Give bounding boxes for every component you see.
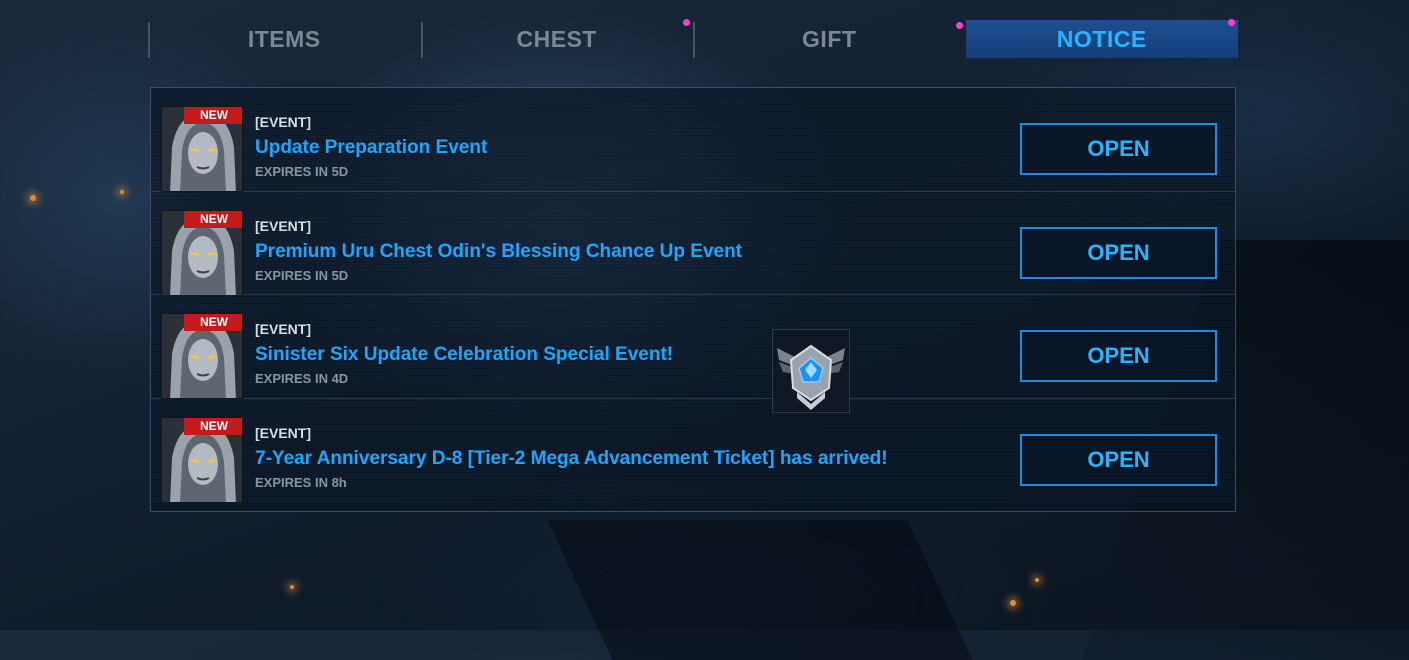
tab-divider (693, 22, 695, 58)
tab-items[interactable]: ITEMS (148, 20, 421, 58)
new-badge: NEW (184, 417, 242, 435)
notice-row: NEW [EVENT] Sinister Six Update Celebrat… (151, 295, 1235, 399)
notice-title: Premium Uru Chest Odin's Blessing Chance… (255, 240, 743, 262)
tab-bar: ITEMS CHEST GIFT NOTICE (148, 19, 1238, 58)
tab-items-label: ITEMS (247, 25, 321, 52)
notification-dot (1228, 19, 1235, 26)
notice-title: Update Preparation Event (255, 137, 488, 158)
new-badge: NEW (184, 107, 242, 124)
notice-row: NEW [EVENT] Premium Uru Chest Odin's Ble… (151, 191, 1235, 296)
notice-expiry: EXPIRES IN 5D (255, 164, 349, 179)
hero-portrait: NEW (161, 106, 243, 192)
notification-dot (955, 22, 963, 29)
notice-expiry: EXPIRES IN 4D (255, 371, 349, 386)
open-button[interactable]: OPEN (1020, 123, 1217, 175)
tab-chest-label: CHEST (516, 25, 597, 52)
new-badge: NEW (184, 210, 242, 228)
new-badge: NEW (184, 314, 242, 331)
open-button[interactable]: OPEN (1020, 226, 1217, 279)
hero-portrait: NEW (161, 209, 243, 296)
tab-notice-label: NOTICE (1056, 25, 1147, 52)
notice-tag: [EVENT] (255, 217, 311, 234)
notice-expiry: EXPIRES IN 5D (255, 267, 349, 283)
notice-tag: [EVENT] (255, 424, 311, 441)
tab-divider (148, 22, 150, 58)
tab-gift-label: GIFT (802, 25, 857, 52)
advancement-ticket-icon (772, 329, 850, 413)
tab-notice[interactable]: NOTICE (955, 19, 1238, 58)
open-button[interactable]: OPEN (1020, 433, 1217, 486)
notice-expiry: EXPIRES IN 8h (255, 474, 347, 490)
notice-title: 7-Year Anniversary D-8 [Tier-2 Mega Adva… (255, 447, 888, 469)
notice-tag: [EVENT] (255, 321, 311, 337)
notice-row: NEW [EVENT] Update Preparation Event EXP… (151, 88, 1235, 192)
notice-tag: [EVENT] (255, 114, 311, 130)
notice-list: NEW [EVENT] Update Preparation Event EXP… (150, 87, 1236, 512)
notice-row: NEW [EVENT] 7-Year Anniversary D-8 [Tier… (151, 398, 1235, 503)
open-button[interactable]: OPEN (1020, 330, 1217, 382)
hero-portrait: NEW (161, 416, 243, 503)
hero-portrait: NEW (161, 313, 243, 399)
notice-title: Sinister Six Update Celebration Special … (255, 344, 674, 365)
tab-gift[interactable]: GIFT (693, 20, 966, 58)
tab-divider (420, 22, 423, 58)
notification-dot (683, 19, 690, 26)
tab-chest[interactable]: CHEST (420, 19, 694, 58)
